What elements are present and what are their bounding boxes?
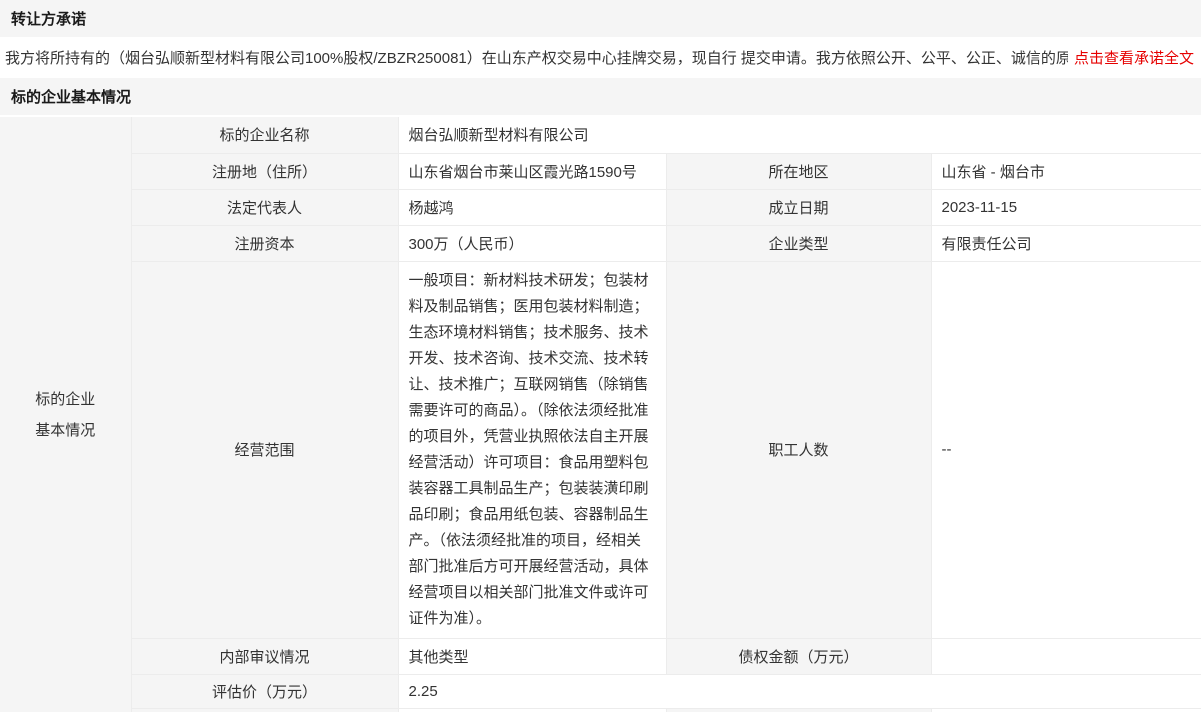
section-title-transferor-commitment: 转让方承诺 xyxy=(0,0,1201,37)
commitment-text: 我方将所持有的（烟台弘顺新型材料有限公司100%股权/ZBZR250081）在山… xyxy=(5,47,1068,68)
registered-address-label: 注册地（住所） xyxy=(131,153,398,189)
section-title-text: 转让方承诺 xyxy=(11,8,86,29)
row-group-label: 标的企业 基本情况 xyxy=(0,117,131,712)
company-name-value: 烟台弘顺新型材料有限公司 xyxy=(398,117,1201,153)
debt-amount-value xyxy=(931,638,1201,674)
table-row-legal-representative: 法定代表人 杨越鸿 成立日期 2023-11-15 xyxy=(0,189,1201,225)
table-row-business-scope: 经营范围 一般项目：新材料技术研发；包装材料及制品销售；医用包装材料制造；生态环… xyxy=(0,261,1201,638)
table-row-registered-address: 注册地（住所） 山东省烟台市莱山区霞光路1590号 所在地区 山东省 - 烟台市 xyxy=(0,153,1201,189)
partial-label-cell xyxy=(666,708,931,712)
legal-representative-value: 杨越鸿 xyxy=(398,189,666,225)
section-title-enterprise-info: 标的企业基本情况 xyxy=(0,78,1201,115)
enterprise-type-label: 企业类型 xyxy=(666,225,931,261)
debt-amount-label: 债权金额（万元） xyxy=(666,638,931,674)
company-name-label: 标的企业名称 xyxy=(131,117,398,153)
appraisal-price-label: 评估价（万元） xyxy=(131,674,398,708)
enterprise-type-value: 有限责任公司 xyxy=(931,225,1201,261)
table-row-appraisal-price: 评估价（万元） 2.25 xyxy=(0,674,1201,708)
establishment-date-label: 成立日期 xyxy=(666,189,931,225)
commitment-paragraph: 我方将所持有的（烟台弘顺新型材料有限公司100%股权/ZBZR250081）在山… xyxy=(0,37,1201,78)
registered-capital-label: 注册资本 xyxy=(131,225,398,261)
legal-representative-label: 法定代表人 xyxy=(131,189,398,225)
appraisal-price-value: 2.25 xyxy=(398,674,1201,708)
partial-value-cell xyxy=(398,708,666,712)
establishment-date-value: 2023-11-15 xyxy=(931,189,1201,225)
internal-review-value: 其他类型 xyxy=(398,638,666,674)
table-row-registered-capital: 注册资本 300万（人民币） 企业类型 有限责任公司 xyxy=(0,225,1201,261)
row-group-label-line2: 基本情况 xyxy=(1,415,130,446)
employee-count-label: 职工人数 xyxy=(666,261,931,638)
registered-address-value: 山东省烟台市莱山区霞光路1590号 xyxy=(398,153,666,189)
internal-review-label: 内部审议情况 xyxy=(131,638,398,674)
row-group-label-line1: 标的企业 xyxy=(1,384,130,415)
partial-label-cell xyxy=(131,708,398,712)
employee-count-value: -- xyxy=(931,261,1201,638)
enterprise-info-table: 标的企业 基本情况 标的企业名称 烟台弘顺新型材料有限公司 注册地（住所） 山东… xyxy=(0,117,1201,712)
view-full-commitment-link[interactable]: 点击查看承诺全文 xyxy=(1074,47,1194,68)
table-row-internal-review: 内部审议情况 其他类型 债权金额（万元） xyxy=(0,638,1201,674)
region-label: 所在地区 xyxy=(666,153,931,189)
region-value: 山东省 - 烟台市 xyxy=(931,153,1201,189)
partial-value-cell xyxy=(931,708,1201,712)
business-scope-label: 经营范围 xyxy=(131,261,398,638)
table-row-partial xyxy=(0,708,1201,712)
registered-capital-value: 300万（人民币） xyxy=(398,225,666,261)
table-row-company-name: 标的企业 基本情况 标的企业名称 烟台弘顺新型材料有限公司 xyxy=(0,117,1201,153)
business-scope-value: 一般项目：新材料技术研发；包装材料及制品销售；医用包装材料制造；生态环境材料销售… xyxy=(398,261,666,638)
section-title-text: 标的企业基本情况 xyxy=(11,86,131,107)
